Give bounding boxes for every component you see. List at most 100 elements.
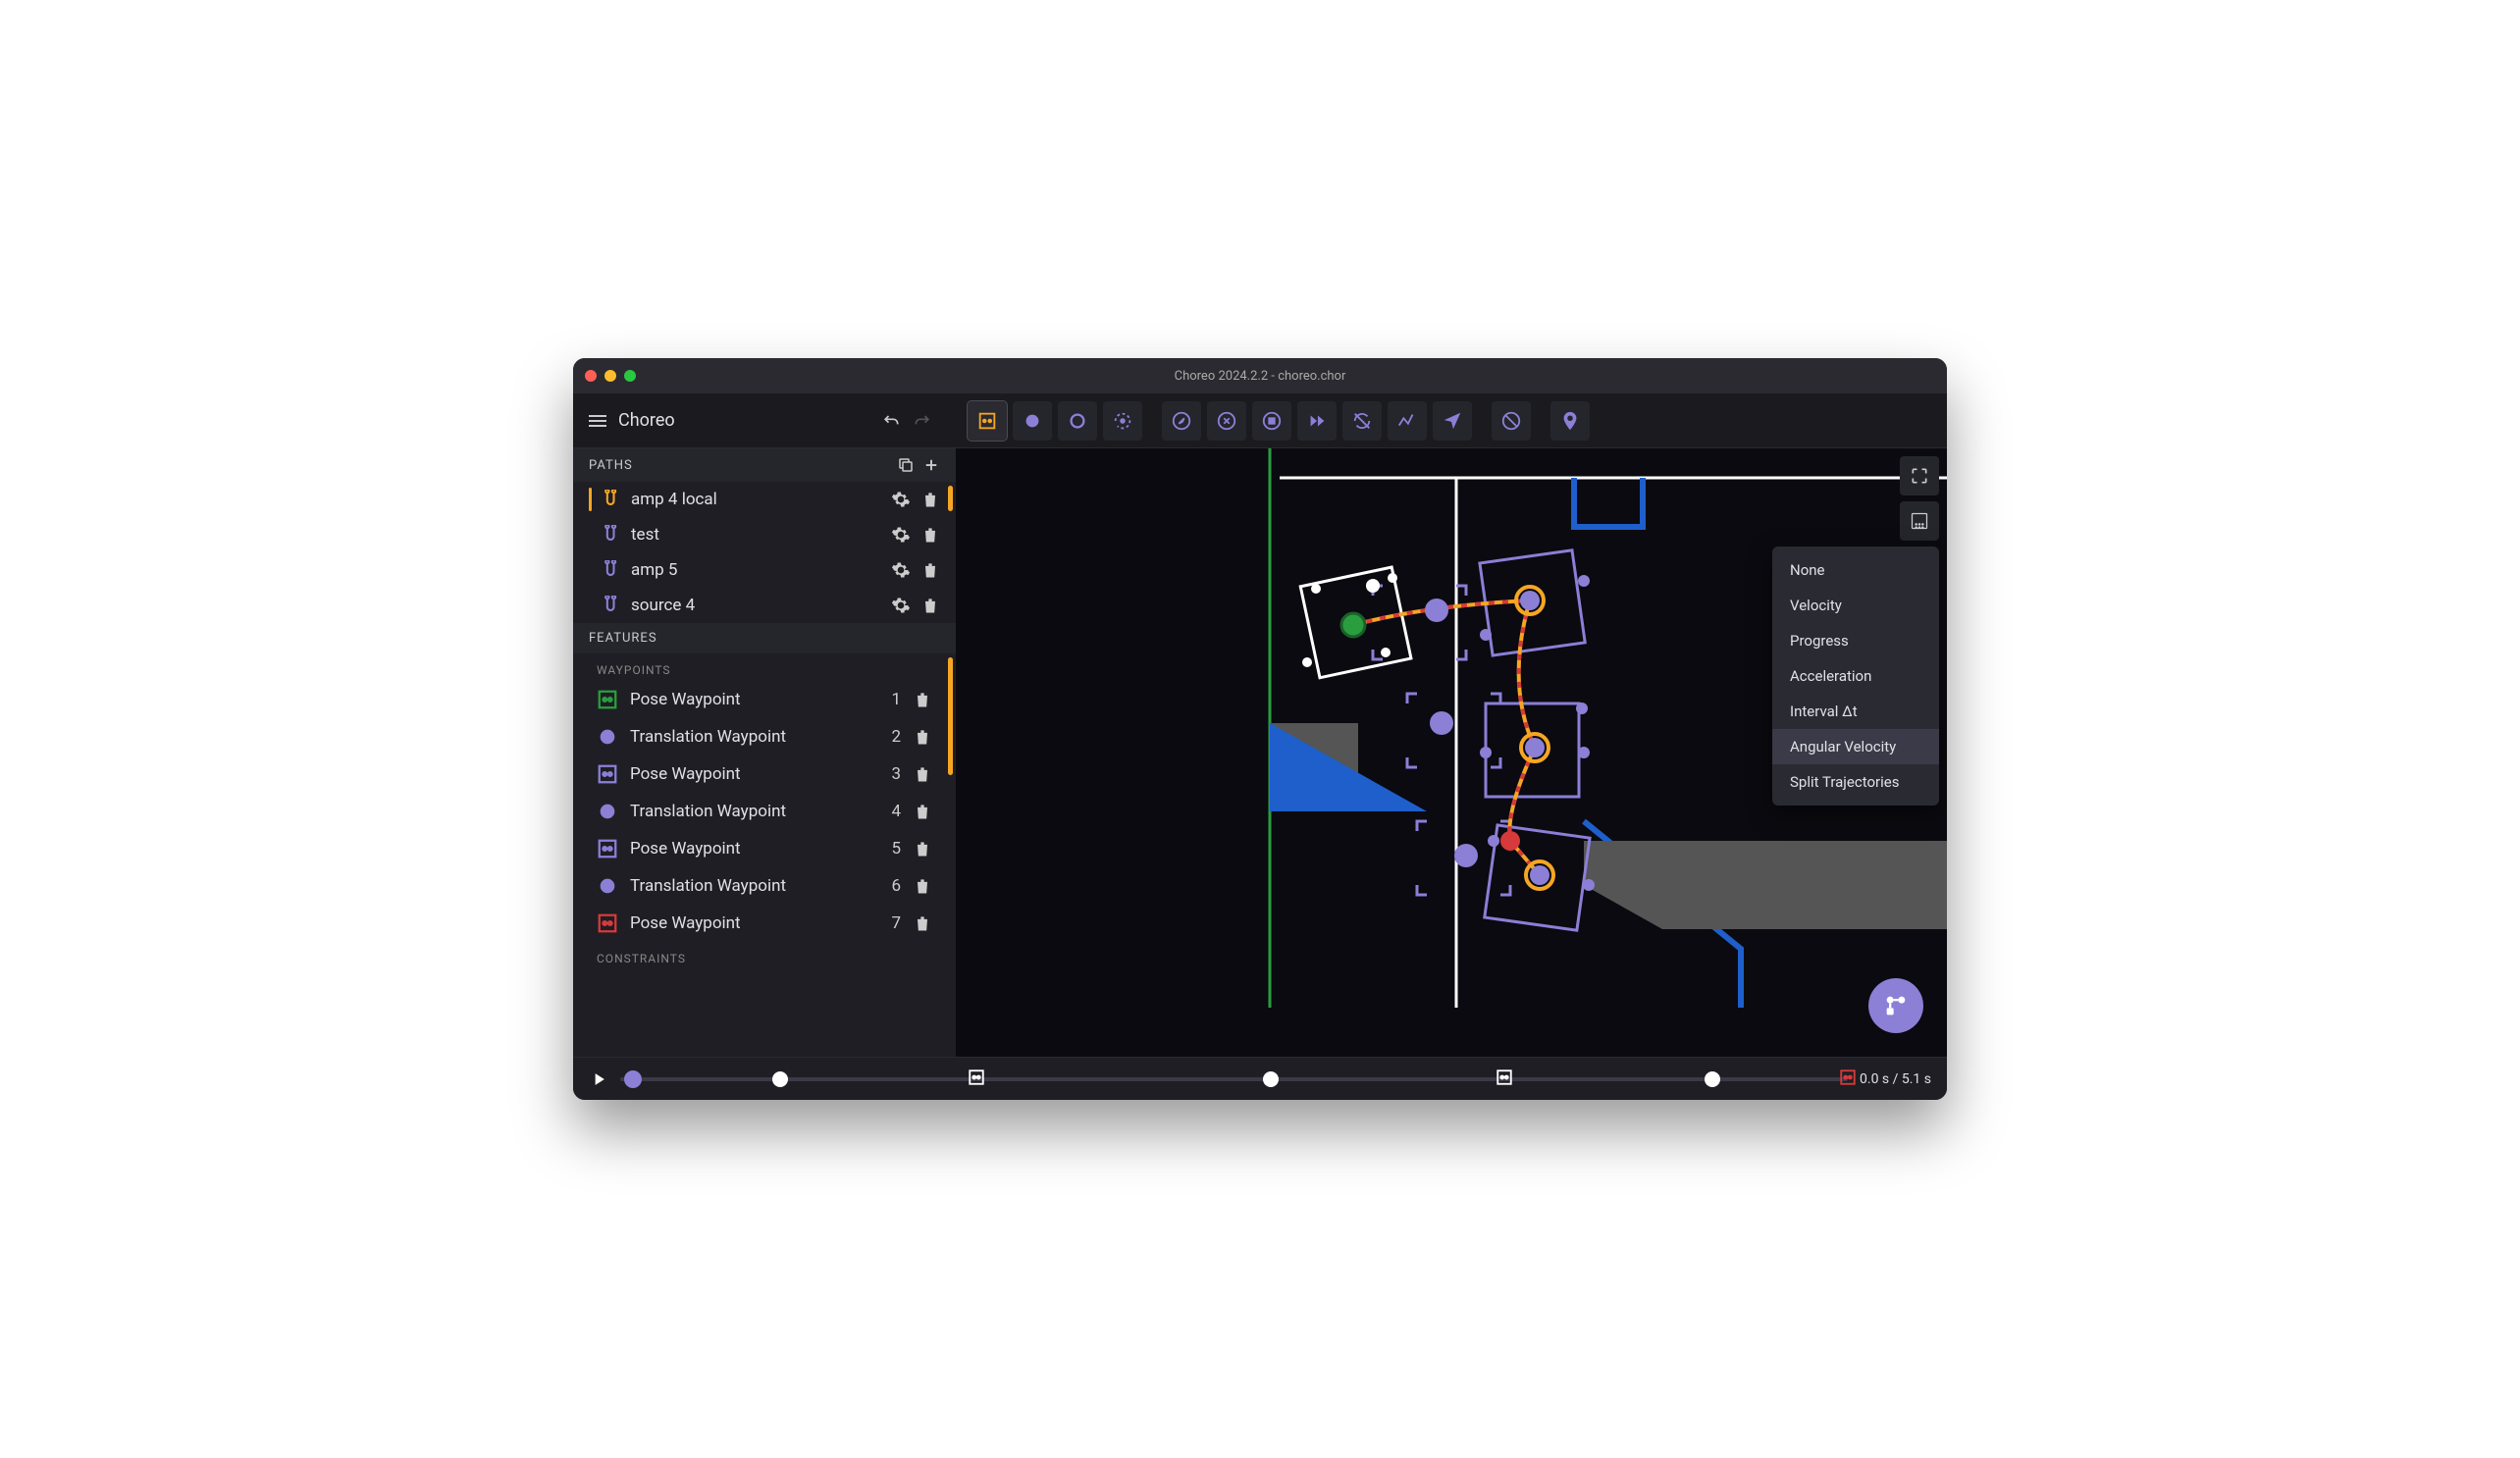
tool-stop-circle[interactable] xyxy=(1252,401,1291,441)
waypoint-number: 1 xyxy=(881,690,901,709)
path-icon xyxy=(602,596,621,615)
titlebar: Choreo 2024.2.2 - choreo.chor xyxy=(573,358,1947,393)
timeline-marker-dot[interactable] xyxy=(1705,1071,1720,1087)
tool-translation-ring[interactable] xyxy=(1058,401,1097,441)
gear-icon[interactable] xyxy=(891,490,911,509)
path-icon xyxy=(602,525,621,545)
waypoint-item[interactable]: Translation Waypoint 6 xyxy=(573,867,956,905)
dropdown-item[interactable]: Acceleration xyxy=(1772,658,1939,694)
timeline-marker-box-red[interactable] xyxy=(1839,1068,1857,1090)
trash-icon[interactable] xyxy=(920,525,940,545)
menu-icon[interactable] xyxy=(589,415,606,427)
tool-fast-forward[interactable] xyxy=(1297,401,1337,441)
tool-translation-dot[interactable] xyxy=(1013,401,1052,441)
tool-compass[interactable] xyxy=(1162,401,1201,441)
timeline-marker-box[interactable] xyxy=(968,1068,985,1090)
dropdown-item[interactable]: Angular Velocity xyxy=(1772,729,1939,764)
timeline: 0.0 s / 5.1 s xyxy=(573,1057,1947,1100)
gear-icon[interactable] xyxy=(891,560,911,580)
trash-icon[interactable] xyxy=(913,802,932,821)
timeline-marker-box[interactable] xyxy=(1496,1068,1513,1090)
path-icon xyxy=(602,560,621,580)
gradient-icon[interactable] xyxy=(1900,501,1939,541)
waypoint-label: Translation Waypoint xyxy=(630,727,869,747)
paths-list: amp 4 local test amp 5 source 4 xyxy=(573,482,956,623)
paths-label: PATHS xyxy=(589,458,633,473)
waypoint-label: Pose Waypoint xyxy=(630,690,869,709)
copy-icon[interactable] xyxy=(897,456,915,474)
trash-icon[interactable] xyxy=(920,490,940,509)
waypoint-item[interactable]: Pose Waypoint 7 xyxy=(573,905,956,942)
paths-header: PATHS xyxy=(573,448,956,482)
tool-no-sync[interactable] xyxy=(1342,401,1382,441)
traffic-lights xyxy=(585,370,636,382)
redo-icon[interactable] xyxy=(913,411,932,431)
features-list: WAYPOINTS Pose Waypoint 1 Translation Wa… xyxy=(573,653,956,1057)
trash-icon[interactable] xyxy=(913,876,932,896)
trash-icon[interactable] xyxy=(913,764,932,784)
play-button[interactable] xyxy=(589,1069,608,1089)
waypoint-item[interactable]: Pose Waypoint 1 xyxy=(573,681,956,718)
waypoints-label: WAYPOINTS xyxy=(573,653,956,681)
dropdown-item[interactable]: Interval Δt xyxy=(1772,694,1939,729)
trash-icon[interactable] xyxy=(913,727,932,747)
header-left: Choreo xyxy=(573,393,956,448)
waypoint-number: 3 xyxy=(881,764,901,784)
features-label: FEATURES xyxy=(589,631,657,646)
timeline-marker-playhead[interactable] xyxy=(624,1070,642,1088)
gear-icon[interactable] xyxy=(891,596,911,615)
visualization-dropdown: NoneVelocityProgressAccelerationInterval… xyxy=(1772,547,1939,806)
path-name: test xyxy=(631,525,881,545)
maximize-window[interactable] xyxy=(624,370,636,382)
path-name: amp 5 xyxy=(631,560,881,580)
waypoint-number: 7 xyxy=(881,913,901,933)
generate-fab[interactable] xyxy=(1868,978,1923,1033)
minimize-window[interactable] xyxy=(604,370,616,382)
timeline-time: 0.0 s / 5.1 s xyxy=(1860,1071,1931,1087)
trash-icon[interactable] xyxy=(920,596,940,615)
paths-scrollbar[interactable] xyxy=(948,486,953,511)
add-icon[interactable] xyxy=(922,456,940,474)
dropdown-item[interactable]: Progress xyxy=(1772,623,1939,658)
field-canvas[interactable]: NoneVelocityProgressAccelerationInterval… xyxy=(956,448,1947,1057)
path-name: amp 4 local xyxy=(631,490,881,509)
waypoint-label: Pose Waypoint xyxy=(630,913,869,933)
waypoint-label: Pose Waypoint xyxy=(630,839,869,859)
tool-location-pin[interactable] xyxy=(1550,401,1590,441)
trash-icon[interactable] xyxy=(913,690,932,709)
timeline-marker-dot[interactable] xyxy=(1263,1071,1279,1087)
path-item[interactable]: source 4 xyxy=(573,588,956,623)
tool-pose-waypoint-box[interactable] xyxy=(968,401,1007,441)
waypoint-item[interactable]: Pose Waypoint 3 xyxy=(573,755,956,793)
trash-icon[interactable] xyxy=(913,913,932,933)
dropdown-item[interactable]: Velocity xyxy=(1772,588,1939,623)
waypoint-number: 2 xyxy=(881,727,901,747)
features-header: FEATURES xyxy=(573,623,956,653)
close-window[interactable] xyxy=(585,370,597,382)
waypoint-item[interactable]: Pose Waypoint 5 xyxy=(573,830,956,867)
app-window: Choreo 2024.2.2 - choreo.chor Choreo PAT… xyxy=(573,358,1947,1100)
gear-icon[interactable] xyxy=(891,525,911,545)
tool-no-entry[interactable] xyxy=(1492,401,1531,441)
path-item[interactable]: test xyxy=(573,517,956,552)
features-scrollbar[interactable] xyxy=(948,657,953,775)
path-item[interactable]: amp 5 xyxy=(573,552,956,588)
waypoint-item[interactable]: Translation Waypoint 4 xyxy=(573,793,956,830)
waypoint-number: 5 xyxy=(881,839,901,859)
waypoint-label: Translation Waypoint xyxy=(630,802,869,821)
dropdown-item[interactable]: Split Trajectories xyxy=(1772,764,1939,800)
fullscreen-icon[interactable] xyxy=(1900,456,1939,495)
undo-icon[interactable] xyxy=(881,411,901,431)
timeline-track[interactable] xyxy=(620,1077,1848,1081)
tool-rotate-target[interactable] xyxy=(1103,401,1142,441)
constraints-label: CONSTRAINTS xyxy=(573,942,956,969)
trash-icon[interactable] xyxy=(920,560,940,580)
dropdown-item[interactable]: None xyxy=(1772,552,1939,588)
timeline-marker-dot[interactable] xyxy=(772,1071,788,1087)
tool-cursor-nav[interactable] xyxy=(1433,401,1472,441)
path-item[interactable]: amp 4 local xyxy=(573,482,956,517)
trash-icon[interactable] xyxy=(913,839,932,859)
tool-cancel-circle[interactable] xyxy=(1207,401,1246,441)
tool-polyline[interactable] xyxy=(1388,401,1427,441)
waypoint-item[interactable]: Translation Waypoint 2 xyxy=(573,718,956,755)
